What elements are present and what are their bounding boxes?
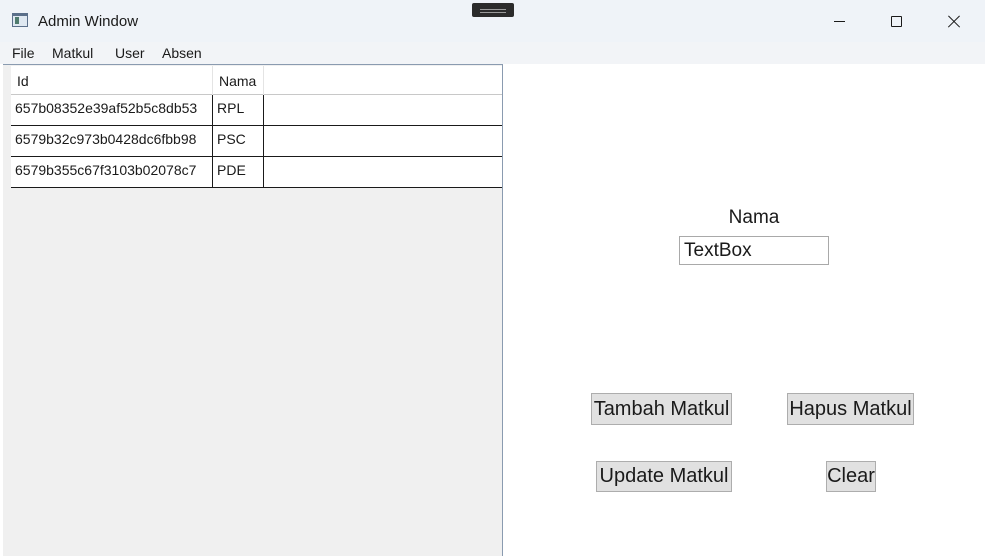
window-title: Admin Window xyxy=(38,13,139,30)
maximize-icon xyxy=(890,15,902,27)
minimize-button[interactable] xyxy=(810,0,868,42)
hapus-matkul-button[interactable]: Hapus Matkul xyxy=(787,393,914,425)
nama-input[interactable] xyxy=(679,236,829,265)
menu-bar: File Matkul User Absen xyxy=(0,42,985,64)
table-row[interactable]: 6579b355c67f3103b02078c7 PDE xyxy=(11,157,502,188)
cell-filler xyxy=(264,157,502,187)
cell-nama[interactable]: PSC xyxy=(213,126,264,156)
grid-header: Id Nama xyxy=(11,66,502,95)
cell-nama[interactable]: RPL xyxy=(213,95,264,125)
grid-body: 657b08352e39af52b5c8db53 RPL 6579b32c973… xyxy=(11,95,502,188)
drag-handle-icon[interactable] xyxy=(472,3,514,17)
close-icon xyxy=(947,14,961,28)
cell-id[interactable]: 657b08352e39af52b5c8db53 xyxy=(11,95,213,125)
maximize-button[interactable] xyxy=(867,0,925,42)
column-header-nama[interactable]: Nama xyxy=(213,66,264,95)
menu-item-absen[interactable]: Absen xyxy=(161,45,203,61)
clear-button[interactable]: Clear xyxy=(826,461,876,492)
column-header-id[interactable]: Id xyxy=(11,66,213,95)
tambah-matkul-button[interactable]: Tambah Matkul xyxy=(591,393,732,425)
cell-filler xyxy=(264,126,502,156)
menu-item-file[interactable]: File xyxy=(11,45,36,61)
cell-id[interactable]: 6579b355c67f3103b02078c7 xyxy=(11,157,213,187)
table-row[interactable]: 6579b32c973b0428dc6fbb98 PSC xyxy=(11,126,502,157)
nama-label: Nama xyxy=(728,207,780,228)
app-window-icon xyxy=(12,13,28,27)
cell-id[interactable]: 6579b32c973b0428dc6fbb98 xyxy=(11,126,213,156)
menu-item-user[interactable]: User xyxy=(114,45,146,61)
menu-item-matkul[interactable]: Matkul xyxy=(51,45,94,61)
update-matkul-button[interactable]: Update Matkul xyxy=(596,461,732,492)
table-row[interactable]: 657b08352e39af52b5c8db53 RPL xyxy=(11,95,502,126)
minimize-icon xyxy=(833,20,845,22)
matkul-data-grid[interactable]: Id Nama 657b08352e39af52b5c8db53 RPL 657… xyxy=(3,64,503,556)
cell-filler xyxy=(264,95,502,125)
close-button[interactable] xyxy=(925,0,983,42)
title-bar[interactable]: Admin Window xyxy=(0,0,985,42)
cell-nama[interactable]: PDE xyxy=(213,157,264,187)
